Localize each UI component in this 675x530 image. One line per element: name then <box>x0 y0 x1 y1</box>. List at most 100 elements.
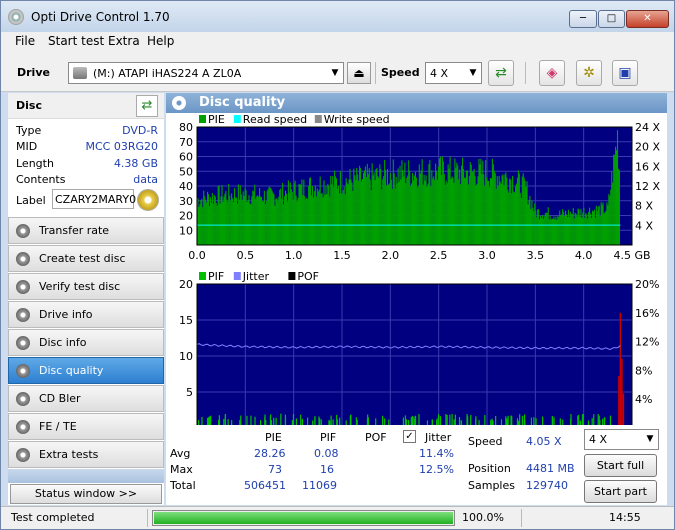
nav-label: Drive info <box>39 308 93 321</box>
nav-label: Verify test disc <box>39 280 121 293</box>
panel-header: Disc quality <box>166 93 667 113</box>
minimize-button[interactable]: ─ <box>569 10 597 28</box>
pif-chart-y-tick-label: 10 <box>179 350 193 363</box>
pif-chart-y-tick-label: 20 <box>179 278 193 291</box>
disc-label-button[interactable] <box>137 189 159 211</box>
jitter-checkbox[interactable]: ✓ <box>403 430 416 443</box>
disc-info-row: Contents data <box>16 173 162 189</box>
stats-row-label: Total <box>170 479 196 492</box>
progress-fill <box>154 512 453 524</box>
menu-file[interactable]: File <box>15 34 35 48</box>
pie-chart-y-tick-label: 60 <box>179 151 193 164</box>
disc-quality-panel: Disc quality PIE Read speed Write speed 0.0… <box>166 93 667 505</box>
disc-quality-charts: PIE Read speed Write speed 0.0 0.5 1.0 1.5 2.0 2… <box>179 113 660 425</box>
nav-create-test-disc[interactable]: Create test disc <box>8 245 164 272</box>
disc-info-value: DVD-R <box>122 124 158 137</box>
disc-icon <box>16 392 30 406</box>
pie-chart-y2-tick-label: 8 X <box>635 200 653 213</box>
chevron-down-icon: ▼ <box>469 68 477 78</box>
nav-fe-te[interactable]: FE / TE <box>8 413 164 440</box>
app-disc-icon <box>8 9 24 25</box>
disc-refresh-button[interactable]: ⇄ <box>136 95 158 117</box>
pif-chart-y-tick-label: 15 <box>179 314 193 327</box>
speed-value: 4.05 X <box>526 435 562 448</box>
gear-icon: ✲ <box>583 65 595 81</box>
pif-chart-y2-tick-label: 20% <box>635 278 659 291</box>
pif-chart-legend-label: POF <box>297 270 319 283</box>
status-text: Test completed <box>11 511 95 524</box>
pif-chart-y2-tick-label: 4% <box>635 393 652 406</box>
status-window-button[interactable]: Status window >> <box>10 484 162 504</box>
disc-icon <box>16 252 30 266</box>
disc-icon <box>16 224 30 238</box>
test-speed-value: 4 X <box>589 433 608 446</box>
disc-info-key: Length <box>16 157 54 170</box>
pie-chart-x-tick-label: 3.0 <box>478 249 496 262</box>
disc-icon <box>16 420 30 434</box>
toolbar-divider <box>525 62 526 84</box>
menu-bar: File Start test Extra Help <box>1 32 674 52</box>
disc-info-key: Type <box>16 124 42 137</box>
menu-start-test[interactable]: Start test <box>48 34 104 48</box>
pie-chart-y2-tick-label: 24 X <box>635 121 660 134</box>
menu-extra[interactable]: Extra <box>108 34 140 48</box>
nav-disc-info[interactable]: Disc info <box>8 329 164 356</box>
stats-max-pif: 16 <box>320 463 334 476</box>
pie-chart-x-tick-label: 0.0 <box>188 249 206 262</box>
status-divider <box>147 509 148 527</box>
pie-chart-x-tick-label: 4.5 GB <box>613 249 650 262</box>
eject-button[interactable]: ⏏ <box>347 62 371 84</box>
nav-cd-bler[interactable]: CD Bler <box>8 385 164 412</box>
start-full-button[interactable]: Start full <box>584 454 657 477</box>
status-bar: Test completed 100.0% 14:55 <box>1 506 674 529</box>
stats-area: PIE PIF POF ✓ Jitter Avg 28.26 0.08 11.4… <box>166 425 667 505</box>
pif-chart-plot-area <box>197 284 632 425</box>
speed-label: Speed <box>468 435 503 448</box>
nav-disc-quality[interactable]: Disc quality <box>8 357 164 384</box>
save-button[interactable]: ▣ <box>612 60 638 86</box>
stats-total-pif: 11069 <box>302 479 337 492</box>
samples-value: 129740 <box>526 479 568 492</box>
disc-info-row: Type DVD-R <box>16 124 162 140</box>
drive-select[interactable]: (M:) ATAPI iHAS224 A ZL0A ▼ <box>68 62 344 84</box>
drive-label: Drive <box>17 66 50 79</box>
test-speed-select[interactable]: 4 X ▼ <box>584 429 659 450</box>
nav-extra-tests[interactable]: Extra tests <box>8 441 164 468</box>
stats-max-jitter: 12.5% <box>419 463 454 476</box>
disc-icon <box>16 448 30 462</box>
speed-select[interactable]: 4 X ▼ <box>425 62 482 84</box>
erase-button[interactable]: ◈ <box>539 60 565 86</box>
progress-percent: 100.0% <box>462 511 504 524</box>
disc-icon <box>16 336 30 350</box>
drive-icon <box>73 67 87 79</box>
floppy-icon: ▣ <box>618 65 632 81</box>
settings-button[interactable]: ✲ <box>576 60 602 86</box>
start-part-button[interactable]: Start part <box>584 480 657 503</box>
disc-icon <box>172 96 186 110</box>
pif-chart-legend-swatch <box>288 272 296 280</box>
pie-chart-y-tick-label: 40 <box>179 180 193 193</box>
pif-chart-legend-swatch <box>233 272 241 280</box>
disc-info-key: MID <box>16 140 38 153</box>
disc-label-field[interactable]: CZARY2MARY0 <box>52 189 136 209</box>
nav-transfer-rate[interactable]: Transfer rate <box>8 217 164 244</box>
disc-icon <box>16 308 30 322</box>
status-divider <box>521 509 522 527</box>
pif-chart-legend-label: PIF <box>208 270 224 283</box>
menu-help[interactable]: Help <box>147 34 174 48</box>
speed-label: Speed <box>381 66 420 79</box>
pie-chart-legend-swatch <box>199 115 206 123</box>
close-button[interactable]: ✕ <box>626 10 669 28</box>
maximize-button[interactable]: □ <box>598 10 625 28</box>
pie-chart-legend-swatch <box>233 115 241 123</box>
disc-header: Disc ⇄ <box>8 93 164 119</box>
position-label: Position <box>468 462 511 475</box>
nav-verify-test-disc[interactable]: Verify test disc <box>8 273 164 300</box>
title-bar[interactable]: Opti Drive Control 1.70 ─ □ ✕ <box>1 1 674 32</box>
pif-chart-legend-label: Jitter <box>242 270 270 283</box>
toolbar: Drive (M:) ATAPI iHAS224 A ZL0A ▼ ⏏ Spee… <box>1 52 674 92</box>
refresh-drive-button[interactable]: ⇄ <box>488 60 514 86</box>
stats-header-jitter: Jitter <box>425 431 452 444</box>
pif-chart-y-tick-label: 5 <box>186 386 193 399</box>
nav-drive-info[interactable]: Drive info <box>8 301 164 328</box>
